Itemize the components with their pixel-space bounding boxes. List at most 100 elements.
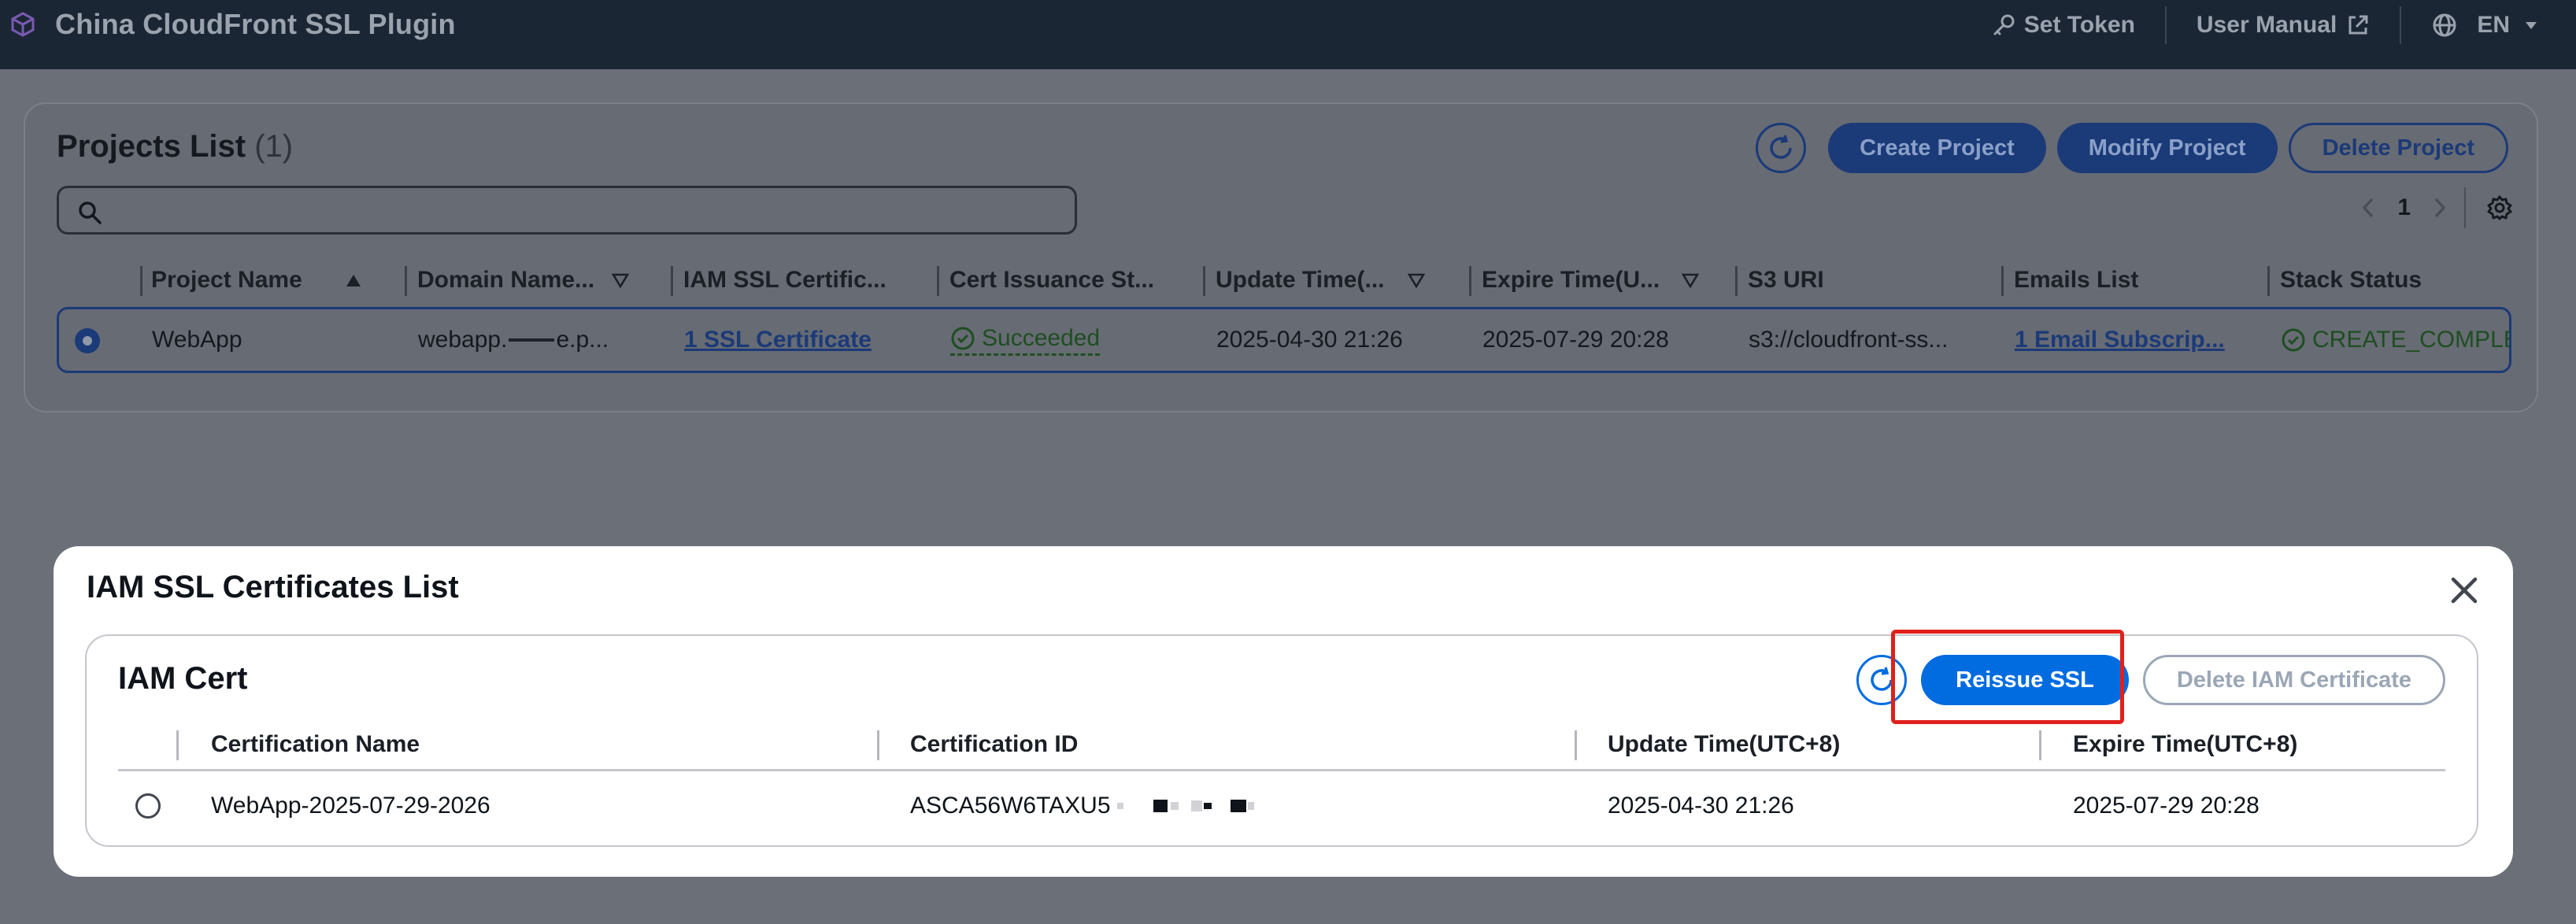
- cert-expire-cell: 2025-07-29 20:28: [2073, 793, 2260, 819]
- col-project-name[interactable]: Project Name: [151, 258, 362, 302]
- col-cert-expire[interactable]: Expire Time(UTC+8): [2073, 721, 2297, 768]
- emails-link[interactable]: 1 Email Subscrip...: [2015, 309, 2225, 371]
- table-row[interactable]: WebApp-2025-07-29-2026 ASCA56W6TAXU5 202…: [118, 776, 2445, 836]
- globe-icon: [2433, 13, 2456, 37]
- col-cert-update[interactable]: Update Time(UTC+8): [1608, 721, 1840, 768]
- redacted-pixels: [1116, 800, 1254, 812]
- col-iam-ssl[interactable]: IAM SSL Certific...: [683, 258, 886, 302]
- project-actions: Create Project Modify Project Delete Pro…: [1756, 123, 2508, 173]
- expire-time-cell: 2025-07-29 20:28: [1482, 327, 1669, 353]
- caret-down-icon: [2526, 22, 2537, 29]
- domain-suffix: e.p...: [556, 327, 609, 353]
- external-link-icon: [2348, 15, 2368, 35]
- cert-update-cell: 2025-04-30 21:26: [1608, 793, 1794, 819]
- col-update-time[interactable]: Update Time(...: [1216, 258, 1426, 302]
- projects-heading: Projects List (1): [57, 129, 293, 164]
- col-emails-list[interactable]: Emails List: [2014, 258, 2138, 302]
- close-icon[interactable]: [2447, 573, 2482, 608]
- iam-certificates-modal: IAM SSL Certificates List IAM Cert Reiss…: [54, 546, 2513, 877]
- domain-name-cell: webapp. e.p...: [418, 309, 609, 371]
- chevron-right-icon[interactable]: [2431, 196, 2448, 220]
- refresh-projects-button[interactable]: [1756, 123, 1807, 173]
- column-divider: [1735, 266, 1738, 296]
- col-label: Domain Name...: [417, 267, 595, 293]
- column-divider: [2267, 266, 2270, 296]
- col-label: Expire Time(U...: [1482, 267, 1660, 293]
- table-row[interactable]: WebApp webapp. e.p... 1 SSL Certificate …: [57, 307, 2511, 373]
- pagination: 1: [2359, 187, 2513, 228]
- delete-project-button[interactable]: Delete Project: [2288, 123, 2508, 173]
- update-time-cell: 2025-04-30 21:26: [1216, 327, 1403, 353]
- brand[interactable]: China CloudFront SSL Plugin: [9, 8, 456, 41]
- redaction-mark: [509, 338, 555, 342]
- pager-divider: [2464, 187, 2466, 228]
- col-cert-status[interactable]: Cert Issuance St...: [949, 258, 1154, 302]
- modify-project-button[interactable]: Modify Project: [2056, 123, 2278, 173]
- projects-title: Projects List: [57, 129, 246, 164]
- delete-iam-certificate-button[interactable]: Delete IAM Certificate: [2142, 655, 2445, 705]
- top-navigation: China CloudFront SSL Plugin Set Token Us…: [0, 0, 2576, 69]
- page-number[interactable]: 1: [2397, 194, 2411, 221]
- cert-id-text: ASCA56W6TAXU5: [910, 793, 1111, 819]
- cert-status-label: Succeeded: [982, 324, 1101, 351]
- refresh-certs-button[interactable]: [1856, 655, 1908, 705]
- key-icon: [1993, 14, 2015, 35]
- language-selector[interactable]: EN: [2401, 0, 2576, 50]
- reissue-label: Reissue SSL: [1956, 667, 2094, 693]
- domain-prefix: webapp.: [418, 327, 508, 353]
- s3-uri-cell: s3://cloudfront-ss...: [1749, 327, 1949, 353]
- search-icon: [79, 201, 102, 224]
- card-title: IAM Cert: [118, 661, 248, 696]
- column-divider: [176, 730, 179, 760]
- projects-table-header: Project Name Domain Name... IAM SSL Cert…: [57, 258, 2510, 302]
- col-expire-time[interactable]: Expire Time(U...: [1482, 258, 1700, 302]
- column-divider: [2001, 266, 2004, 296]
- user-manual-label: User Manual: [2196, 12, 2337, 38]
- cube-logo-icon: [11, 12, 35, 37]
- sort-ascending-icon: [346, 275, 361, 286]
- column-divider: [671, 266, 673, 296]
- row-radio-selected[interactable]: [75, 328, 100, 353]
- check-circle-icon: [951, 327, 975, 349]
- nav-utilities: Set Token User Manual EN: [1961, 0, 2576, 50]
- set-token-link[interactable]: Set Token: [1961, 0, 2165, 50]
- projects-container: Projects List (1) Create Project Modify …: [24, 102, 2538, 412]
- col-label: Update Time(...: [1216, 267, 1385, 293]
- col-label: Project Name: [151, 267, 302, 293]
- col-s3-uri[interactable]: S3 URI: [1748, 258, 1824, 302]
- column-divider: [877, 730, 879, 760]
- user-manual-link[interactable]: User Manual: [2167, 0, 2400, 50]
- sort-icon: [612, 273, 630, 288]
- project-search-input[interactable]: [57, 186, 1077, 235]
- stack-status-label: CREATE_COMPLETE: [2312, 327, 2509, 353]
- column-divider: [1203, 266, 1205, 296]
- cert-name-cell: WebApp-2025-07-29-2026: [211, 793, 490, 819]
- certs-table-header: Certification Name Certification ID Upda…: [118, 721, 2445, 771]
- column-divider: [937, 266, 939, 296]
- stack-status-cell: CREATE_COMPLETE: [2281, 309, 2509, 371]
- column-divider: [405, 266, 407, 296]
- sort-icon: [1408, 273, 1426, 288]
- cert-id-cell: ASCA56W6TAXU5: [910, 776, 1254, 836]
- language-label: EN: [2477, 12, 2510, 38]
- project-name-cell: WebApp: [152, 327, 242, 353]
- col-domain-name[interactable]: Domain Name...: [417, 258, 630, 302]
- create-project-button[interactable]: Create Project: [1828, 123, 2046, 173]
- app-title: China CloudFront SSL Plugin: [55, 8, 456, 40]
- column-divider: [140, 266, 142, 296]
- cert-status-cell[interactable]: Succeeded: [950, 309, 1101, 371]
- sort-icon: [1682, 273, 1700, 288]
- refresh-icon: [1770, 135, 1792, 159]
- chevron-left-icon[interactable]: [2359, 196, 2377, 220]
- row-radio[interactable]: [135, 793, 161, 819]
- cert-actions: Reissue SSL Delete IAM Certificate: [1856, 630, 2445, 724]
- column-divider: [2039, 730, 2041, 760]
- modal-title: IAM SSL Certificates List: [87, 570, 459, 604]
- reissue-ssl-button[interactable]: Reissue SSL: [1891, 630, 2129, 724]
- col-cert-name[interactable]: Certification Name: [211, 721, 420, 768]
- col-stack-status[interactable]: Stack Status: [2280, 258, 2422, 302]
- settings-gear-icon[interactable]: [2486, 194, 2513, 221]
- col-cert-id[interactable]: Certification ID: [910, 721, 1078, 768]
- refresh-icon: [1871, 667, 1893, 691]
- iam-ssl-link[interactable]: 1 SSL Certificate: [684, 309, 872, 371]
